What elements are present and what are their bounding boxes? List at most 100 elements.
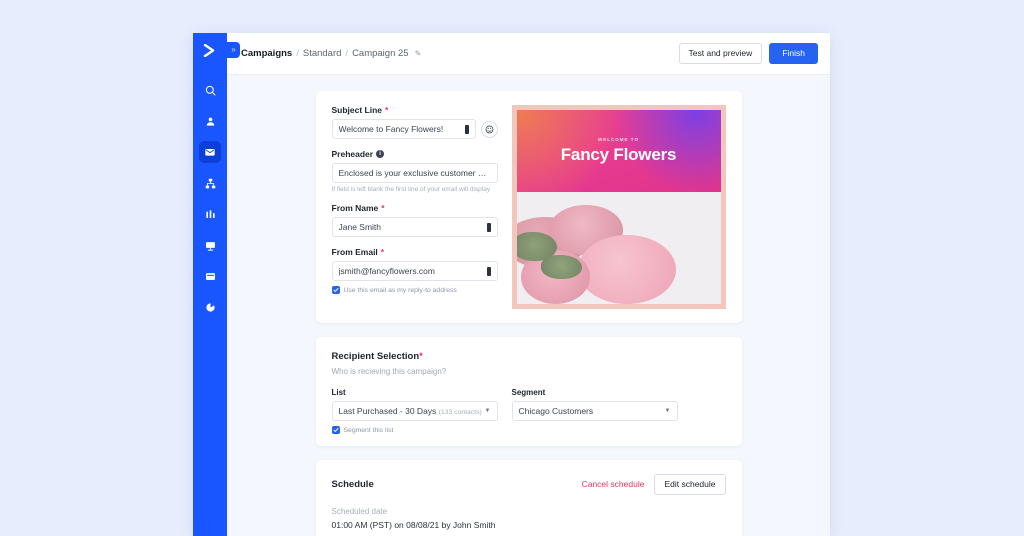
segment-select-value: Chicago Customers	[519, 406, 594, 416]
edit-schedule-button[interactable]: Edit schedule	[654, 474, 725, 495]
segment-select[interactable]: Chicago Customers ▼	[512, 401, 678, 421]
schedule-header: Schedule Cancel schedule Edit schedule	[332, 474, 726, 495]
recipient-required-marker: *	[419, 351, 423, 362]
reply-to-checkbox-label: Use this email as my reply-to address	[344, 287, 457, 294]
sidebar-expand-label: »	[231, 46, 235, 54]
chevron-down-icon: ▼	[485, 408, 491, 414]
breadcrumb-separator-2: /	[345, 48, 348, 59]
breadcrumb-level-2[interactable]: Standard	[303, 48, 342, 59]
sidebar-expand-toggle[interactable]: »	[227, 42, 240, 58]
sidebar-item-inbox[interactable]	[199, 265, 221, 287]
subject-line-input[interactable]: Welcome to Fancy Flowers!	[332, 119, 476, 139]
cancel-schedule-link[interactable]: Cancel schedule	[582, 479, 645, 489]
sidebar-item-search[interactable]	[199, 79, 221, 101]
sidebar-item-conversations[interactable]	[199, 234, 221, 256]
reply-to-checkbox-row[interactable]: Use this email as my reply-to address	[332, 286, 498, 294]
scheduled-date-label: Scheduled date	[332, 507, 726, 516]
segment-group: Segment Chicago Customers ▼	[512, 388, 678, 434]
sidebar-item-campaigns[interactable]	[199, 141, 221, 163]
from-email-input[interactable]: jsmith@fancyflowers.com	[332, 261, 498, 281]
merge-tag-icon[interactable]	[487, 267, 491, 276]
breadcrumb-separator-1: /	[296, 48, 299, 59]
schedule-body: Scheduled date 01:00 AM (PST) on 08/08/2…	[332, 507, 726, 530]
info-icon[interactable]: i	[376, 150, 384, 158]
chevron-down-icon: ▼	[665, 408, 671, 414]
segment-this-list-label: Segment this list	[344, 427, 394, 434]
segment-label: Segment	[512, 388, 678, 397]
campaign-details-form: Subject Line * Welcome to Fancy Flowers!	[332, 105, 498, 309]
topbar: Campaigns / Standard / Campaign 25 ✎ Tes…	[227, 33, 830, 75]
sidebar-item-contacts[interactable]	[199, 110, 221, 132]
emoji-icon	[485, 125, 494, 134]
chevron-logo-icon	[203, 44, 218, 57]
segment-this-list-row[interactable]: Segment this list	[332, 426, 498, 434]
schedule-title: Schedule	[332, 479, 374, 490]
breadcrumb: Campaigns / Standard / Campaign 25 ✎	[241, 48, 421, 59]
edit-pencil-icon[interactable]: ✎	[415, 49, 422, 58]
subject-line-row: Welcome to Fancy Flowers!	[332, 119, 498, 139]
inbox-icon	[205, 271, 216, 282]
email-preview-title: Fancy Flowers	[561, 145, 677, 165]
sidebar: »	[193, 33, 227, 536]
campaigns-icon	[204, 146, 216, 158]
scheduled-date-value: 01:00 AM (PST) on 08/08/21 by John Smith	[332, 520, 726, 530]
analytics-icon	[205, 302, 216, 313]
preheader-hint: If field is left blank the first line of…	[332, 186, 498, 193]
topbar-actions: Test and preview Finish	[679, 43, 818, 64]
email-preview-kicker: WELCOME TO	[598, 137, 639, 142]
from-email-value: jsmith@fancyflowers.com	[339, 266, 435, 276]
subject-line-label-text: Subject Line	[332, 105, 383, 115]
check-icon	[333, 427, 339, 433]
main-content: Subject Line * Welcome to Fancy Flowers!	[227, 75, 830, 536]
segment-this-list-checkbox[interactable]	[332, 426, 340, 434]
from-email-label: From Email *	[332, 247, 498, 257]
list-group: List Last Purchased - 30 Days (133 conta…	[332, 388, 498, 434]
conversations-icon	[205, 240, 216, 251]
from-name-value: Jane Smith	[339, 222, 382, 232]
email-preview-banner: WELCOME TO Fancy Flowers	[517, 110, 721, 192]
sidebar-nav	[193, 79, 227, 318]
list-select-value: Last Purchased - 30 Days (133 contacts)	[339, 406, 482, 416]
list-select-meta: (133 contacts)	[439, 409, 482, 416]
preheader-input[interactable]: Enclosed is your exclusive customer disc…	[332, 163, 498, 183]
email-preview[interactable]: WELCOME TO Fancy Flowers	[512, 105, 726, 309]
emoji-picker-button[interactable]	[481, 121, 498, 138]
list-select-value-text: Last Purchased - 30 Days	[339, 406, 437, 416]
check-icon	[333, 287, 339, 293]
email-preview-photo	[517, 192, 721, 304]
reports-icon	[205, 209, 216, 220]
app-logo[interactable]: »	[193, 33, 227, 67]
test-and-preview-button[interactable]: Test and preview	[679, 43, 763, 64]
from-name-required-marker: *	[381, 203, 384, 213]
list-select[interactable]: Last Purchased - 30 Days (133 contacts) …	[332, 401, 498, 421]
from-email-required-marker: *	[381, 247, 384, 257]
sidebar-item-reports[interactable]	[199, 203, 221, 225]
app-window: »	[193, 33, 830, 536]
breadcrumb-root[interactable]: Campaigns	[241, 48, 292, 59]
from-name-input[interactable]: Jane Smith	[332, 217, 498, 237]
recipient-selection-subtitle: Who is recieving this campaign?	[332, 367, 726, 376]
merge-tag-icon[interactable]	[487, 223, 491, 232]
recipient-selection-card: Recipient Selection* Who is recieving th…	[316, 337, 742, 446]
finish-button[interactable]: Finish	[769, 43, 818, 64]
preheader-label: Preheader i	[332, 149, 498, 159]
subject-line-label: Subject Line *	[332, 105, 498, 115]
app-body: Campaigns / Standard / Campaign 25 ✎ Tes…	[227, 33, 830, 536]
subject-required-marker: *	[385, 105, 388, 115]
merge-tag-icon[interactable]	[465, 125, 469, 134]
from-name-label: From Name *	[332, 203, 498, 213]
sidebar-item-analytics[interactable]	[199, 296, 221, 318]
preheader-label-text: Preheader	[332, 149, 374, 159]
campaign-details-card: Subject Line * Welcome to Fancy Flowers!	[316, 91, 742, 323]
schedule-card: Schedule Cancel schedule Edit schedule S…	[316, 460, 742, 536]
reply-to-checkbox[interactable]	[332, 286, 340, 294]
recipient-dropdowns: List Last Purchased - 30 Days (133 conta…	[332, 388, 726, 434]
recipient-selection-title-text: Recipient Selection	[332, 351, 420, 362]
search-icon	[205, 85, 216, 96]
sidebar-item-automations[interactable]	[199, 172, 221, 194]
contacts-icon	[205, 116, 216, 127]
subject-line-value: Welcome to Fancy Flowers!	[339, 124, 444, 134]
breadcrumb-current: Campaign 25	[352, 48, 409, 59]
preheader-value: Enclosed is your exclusive customer disc…	[339, 168, 491, 178]
email-preview-frame: WELCOME TO Fancy Flowers	[512, 105, 726, 309]
